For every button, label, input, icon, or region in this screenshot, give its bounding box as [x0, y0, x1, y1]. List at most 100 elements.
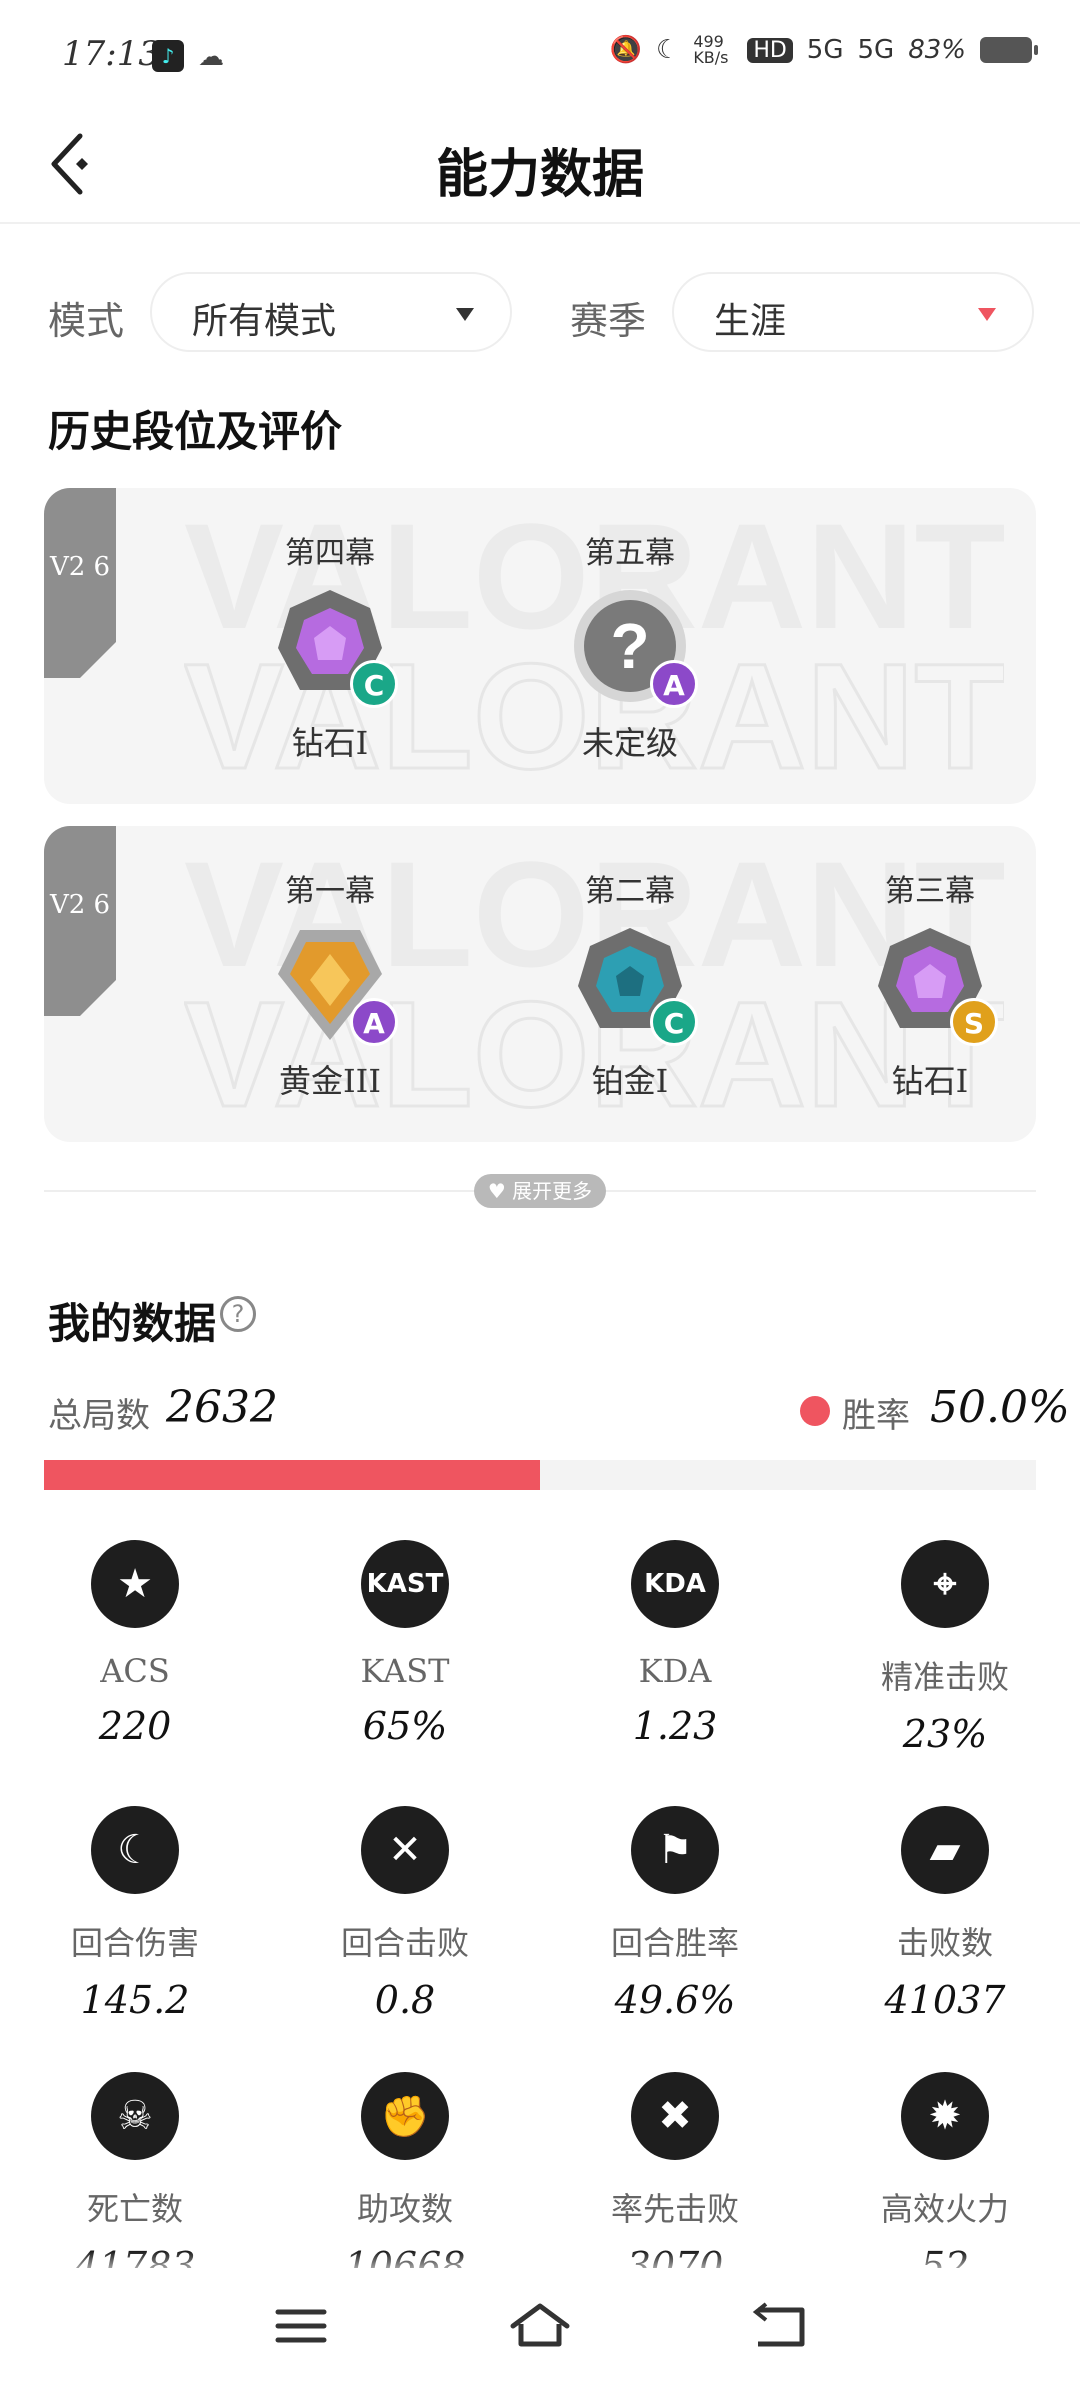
home-icon: [510, 2303, 570, 2347]
stat-item[interactable]: ⌖ 精准击败 23%: [810, 1540, 1080, 1756]
winrate-value: 50.0%: [930, 1382, 1070, 1433]
rank-name: 未定级: [581, 724, 678, 762]
firepower-icon: ✹: [901, 2072, 989, 2160]
stat-label: 高效火力: [880, 2190, 1009, 2228]
season-label: 赛季: [570, 299, 647, 343]
stat-label: 回合胜率: [610, 1924, 739, 1962]
battery-icon: [980, 37, 1038, 63]
act-label: 第四幕: [285, 536, 375, 571]
rank-item[interactable]: 第三幕 S 钻石I: [820, 866, 1036, 1102]
rank-card-1[interactable]: VALORANT VALORANT V2 6 第四幕 C 钻石I 第五幕 ? A…: [44, 488, 1036, 804]
heart-icon: ♥: [487, 1179, 506, 1203]
total-games-label: 总局数: [48, 1396, 150, 1436]
fist-icon: ✊: [361, 2072, 449, 2160]
back-nav-button[interactable]: [744, 2296, 814, 2356]
grade-badge: C: [350, 660, 398, 708]
stat-value: 1.23: [632, 1704, 718, 1748]
chevron-down-icon: [456, 308, 474, 321]
stat-value: 49.6%: [614, 1978, 736, 2022]
stat-value: 65%: [362, 1704, 448, 1748]
stat-label: 率先击败: [610, 2190, 739, 2228]
home-button[interactable]: [505, 2296, 575, 2356]
signal-5g-1: 5G: [806, 35, 844, 65]
status-right: 🔕 ☾ 499 KB/s HD 5G 5G 83%: [609, 32, 1038, 67]
stat-label: 回合击败: [340, 1924, 469, 1962]
hd-badge: HD: [747, 37, 793, 63]
act-label: 第一幕: [285, 874, 375, 909]
winrate-bar: [44, 1460, 1036, 1490]
stat-item[interactable]: ✕ 回合击败 0.8: [270, 1806, 540, 2022]
mode-value: 所有模式: [192, 301, 337, 342]
stat-item[interactable]: KAST KAST 65%: [270, 1540, 540, 1748]
stat-label: KAST: [360, 1652, 450, 1690]
mode-label: 模式: [48, 299, 125, 343]
act-label: 第二幕: [585, 874, 675, 909]
mode-select[interactable]: 所有模式: [150, 272, 512, 352]
unranked-icon: ? A: [570, 586, 698, 708]
stat-value: 41037: [884, 1978, 1006, 2022]
stat-item[interactable]: ★ ACS 220: [0, 1540, 270, 1748]
skull-icon: ☠: [91, 2072, 179, 2160]
kast-icon: KAST: [361, 1540, 449, 1628]
stat-label: 击败数: [896, 1924, 993, 1962]
total-games-value: 2632: [166, 1382, 278, 1433]
winrate-bar-fill: [44, 1460, 540, 1490]
season-value: 生涯: [714, 301, 787, 342]
chevron-down-icon: [978, 308, 996, 321]
precision-kill-icon: ⌖: [901, 1540, 989, 1628]
my-data-title: 我的数据: [48, 1299, 217, 1348]
act-label: 第三幕: [885, 874, 975, 909]
kda-icon: KDA: [631, 1540, 719, 1628]
stat-item[interactable]: ☾ 回合伤害 145.2: [0, 1806, 270, 2022]
menu-icon: [275, 2309, 327, 2343]
grade-badge: A: [350, 998, 398, 1046]
gun-icon: ▰: [901, 1806, 989, 1894]
stat-item[interactable]: ⚑ 回合胜率 49.6%: [540, 1806, 810, 2022]
menu-button[interactable]: [266, 2296, 336, 2356]
diamond-rank-icon: S: [870, 924, 998, 1046]
grade-badge: S: [950, 998, 998, 1046]
episode-label: V2 6: [49, 552, 111, 582]
help-icon[interactable]: ?: [220, 1296, 256, 1332]
rank-name: 黄金III: [279, 1062, 381, 1100]
stat-label: 助攻数: [356, 2190, 453, 2228]
season-select[interactable]: 生涯: [672, 272, 1034, 352]
stat-label: 回合伤害: [70, 1924, 199, 1962]
battery-text: 83%: [908, 35, 966, 65]
tiktok-icon: ♪: [152, 40, 184, 72]
ribbon-notch: [80, 642, 116, 678]
rank-item[interactable]: 第二幕 C 铂金I: [520, 866, 740, 1102]
rank-name: 钻石I: [291, 724, 369, 762]
wechat-icon: ☁: [198, 42, 224, 72]
expand-more-button[interactable]: ♥ 展开更多: [474, 1174, 606, 1208]
ribbon-notch: [80, 980, 116, 1016]
mute-icon: 🔕: [609, 35, 642, 65]
gold-rank-icon: A: [270, 924, 398, 1046]
act-label: 第五幕: [585, 536, 675, 571]
net-speed: 499 KB/s: [693, 32, 729, 67]
svg-text:?: ?: [610, 610, 649, 682]
stat-value: 0.8: [374, 1978, 436, 2022]
page-title: 能力数据: [435, 144, 644, 205]
stat-label: ACS: [100, 1652, 170, 1690]
round-damage-icon: ☾: [91, 1806, 179, 1894]
stat-label: KDA: [638, 1652, 712, 1690]
rank-item[interactable]: 第一幕 A 黄金III: [220, 866, 440, 1102]
rank-item[interactable]: 第五幕 ? A 未定级: [520, 528, 740, 764]
grade-badge: A: [650, 660, 698, 708]
grade-badge: C: [650, 998, 698, 1046]
stat-item[interactable]: KDA KDA 1.23: [540, 1540, 810, 1748]
stat-value: 220: [98, 1704, 172, 1748]
stat-value: 145.2: [80, 1978, 190, 2022]
rank-item[interactable]: 第四幕 C 钻石I: [220, 528, 440, 764]
rank-card-2[interactable]: VALORANT VALORANT V2 6 第一幕 A 黄金III 第二幕 C…: [44, 826, 1036, 1142]
round-kill-icon: ✕: [361, 1806, 449, 1894]
winrate-label: 胜率: [842, 1396, 910, 1436]
first-blood-icon: ✖: [631, 2072, 719, 2160]
winrate-dot-icon: [800, 1396, 830, 1426]
stat-item[interactable]: ▰ 击败数 41037: [810, 1806, 1080, 2022]
moon-icon: ☾: [656, 35, 680, 65]
round-win-flag-icon: ⚑: [631, 1806, 719, 1894]
rank-name: 钻石I: [891, 1062, 969, 1100]
rank-name: 铂金I: [591, 1062, 669, 1100]
